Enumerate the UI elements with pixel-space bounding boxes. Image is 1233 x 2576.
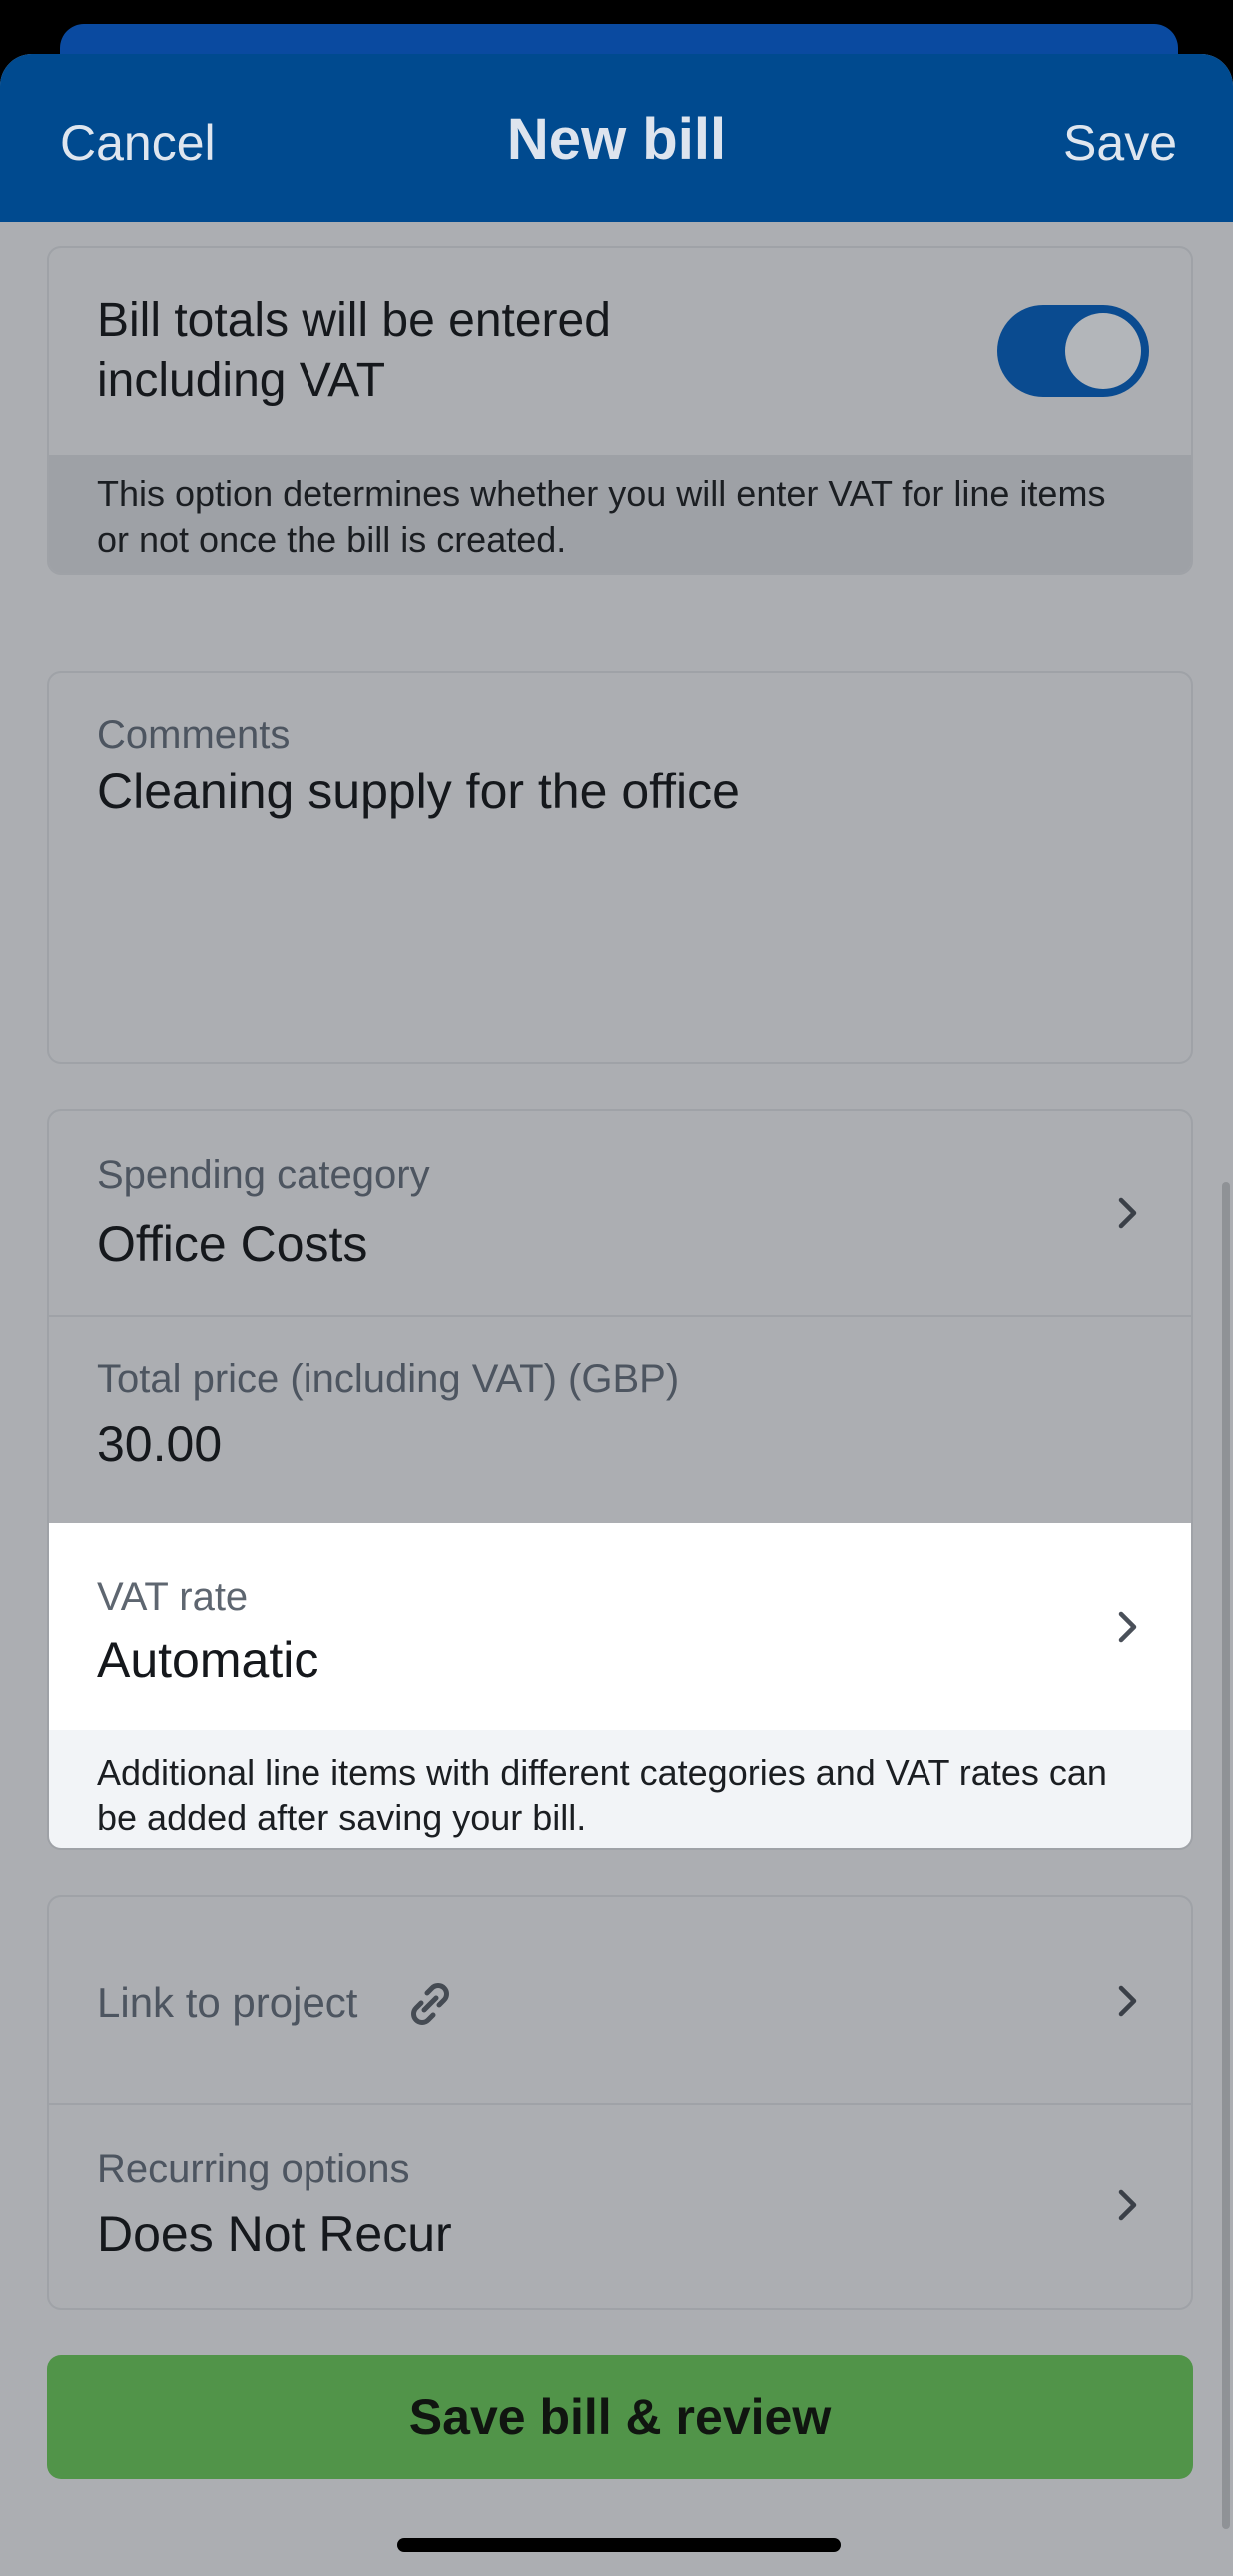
vat-inclusive-card: Bill totals will be entered including VA… [47, 246, 1193, 575]
comments-field[interactable]: Comments Cleaning supply for the office [47, 671, 1193, 1064]
vat-rate-row[interactable]: VAT rate Automatic [49, 1523, 1191, 1730]
vat-rate-value: Automatic [97, 1632, 319, 1688]
vat-inclusive-row: Bill totals will be entered including VA… [49, 248, 1191, 455]
save-bill-review-button[interactable]: Save bill & review [47, 2355, 1193, 2479]
spending-category-label: Spending category [97, 1153, 430, 1197]
page-title: New bill [506, 107, 727, 172]
bill-details-card: Spending category Office Costs Total pri… [47, 1109, 1193, 1850]
recurring-options-value: Does Not Recur [97, 2206, 452, 2262]
home-indicator[interactable] [397, 2538, 841, 2552]
spending-category-value: Office Costs [97, 1216, 368, 1272]
link-project-label: Link to project [97, 1979, 358, 2026]
total-price-row[interactable]: Total price (including VAT) (GBP) 30.00 [49, 1317, 1191, 1523]
vat-inclusive-toggle[interactable] [997, 305, 1149, 397]
chevron-right-icon [1109, 1983, 1145, 2019]
comments-value[interactable]: Cleaning supply for the office [97, 763, 740, 820]
recurring-options-row[interactable]: Recurring options Does Not Recur [49, 2105, 1191, 2308]
navigation-bar: Cancel New bill Save [0, 54, 1233, 222]
spending-category-row[interactable]: Spending category Office Costs [49, 1111, 1191, 1317]
vat-rate-hint: Additional line items with different cat… [49, 1730, 1191, 1848]
options-card: Link to project Recurring options Does N… [47, 1895, 1193, 2310]
new-bill-screen: Cancel New bill Save Bill totals will be… [0, 54, 1233, 2576]
vat-rate-label: VAT rate [97, 1575, 249, 1619]
comments-label: Comments [97, 713, 291, 757]
link-project-row[interactable]: Link to project [49, 1897, 1191, 2105]
save-button[interactable]: Save [1063, 114, 1177, 172]
total-price-label: Total price (including VAT) (GBP) [97, 1357, 680, 1401]
total-price-value[interactable]: 30.00 [97, 1415, 222, 1473]
recurring-options-label: Recurring options [97, 2147, 410, 2191]
chevron-right-icon [1109, 2187, 1145, 2223]
toggle-knob [1065, 313, 1141, 389]
chevron-right-icon [1109, 1609, 1145, 1645]
vat-inclusive-label: Bill totals will be entered including VA… [97, 294, 611, 407]
chevron-right-icon [1109, 1195, 1145, 1231]
scrollbar[interactable] [1222, 1182, 1230, 2529]
vat-inclusive-hint: This option determines whether you will … [49, 455, 1191, 573]
link-icon [405, 1979, 455, 2029]
